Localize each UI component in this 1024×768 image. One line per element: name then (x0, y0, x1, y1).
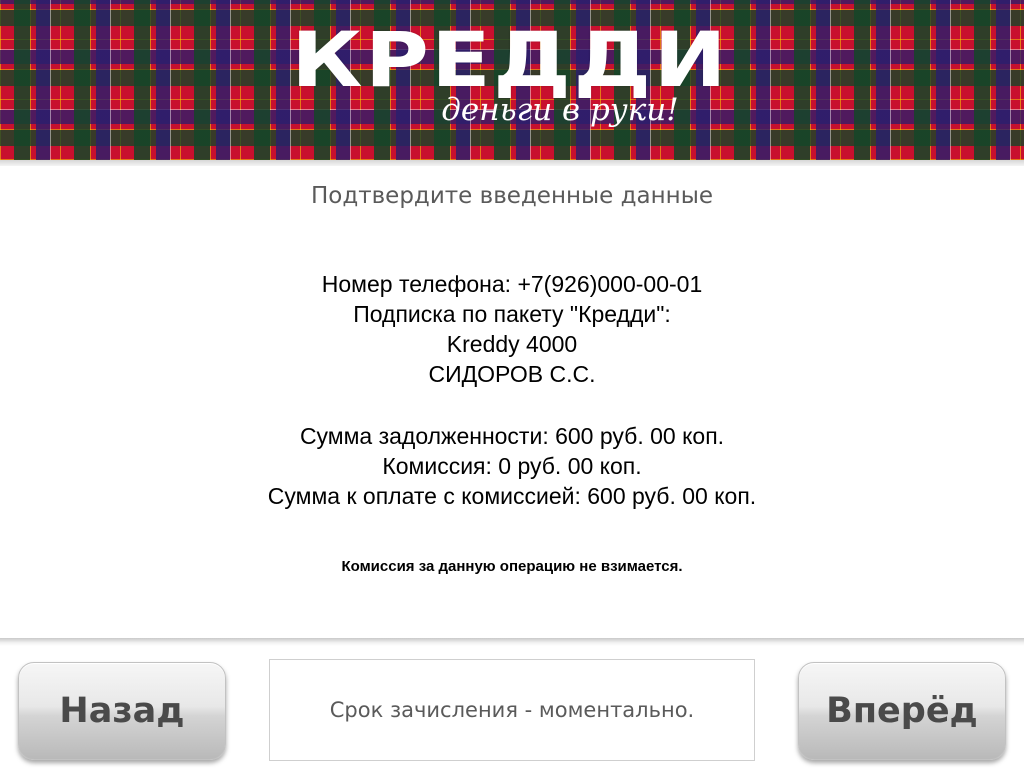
commission-notice: Комиссия за данную операцию не взимается… (341, 558, 683, 575)
total-amount-line: Сумма к оплате с комиссией: 600 руб. 00 … (267, 483, 757, 509)
brand-tagline: деньги в руки! (441, 92, 679, 128)
next-button[interactable]: Вперёд (798, 662, 1006, 760)
commission-line: Комиссия: 0 руб. 00 коп. (382, 453, 642, 479)
header-divider (0, 160, 1024, 166)
customer-name-line: СИДОРОВ С.С. (428, 361, 596, 387)
footer-divider (0, 638, 1024, 646)
confirmation-details: Номер телефона: +7(926)000-00-01 Подписк… (0, 269, 1024, 511)
credit-time-info: Срок зачисления - моментально. (269, 659, 755, 761)
page-title: Подтвердите введенные данные (310, 183, 714, 209)
tartan-header: КРЕДДИ деньги в руки! (0, 0, 1024, 160)
debt-amount-line: Сумма задолженности: 600 руб. 00 коп. (299, 423, 725, 449)
back-button[interactable]: Назад (18, 662, 226, 760)
details-spacer (0, 389, 1024, 421)
package-name-line: Kreddy 4000 (446, 331, 578, 357)
phone-number-line: Номер телефона: +7(926)000-00-01 (321, 271, 703, 297)
subscription-line: Подписка по пакету "Кредди": (353, 301, 671, 327)
